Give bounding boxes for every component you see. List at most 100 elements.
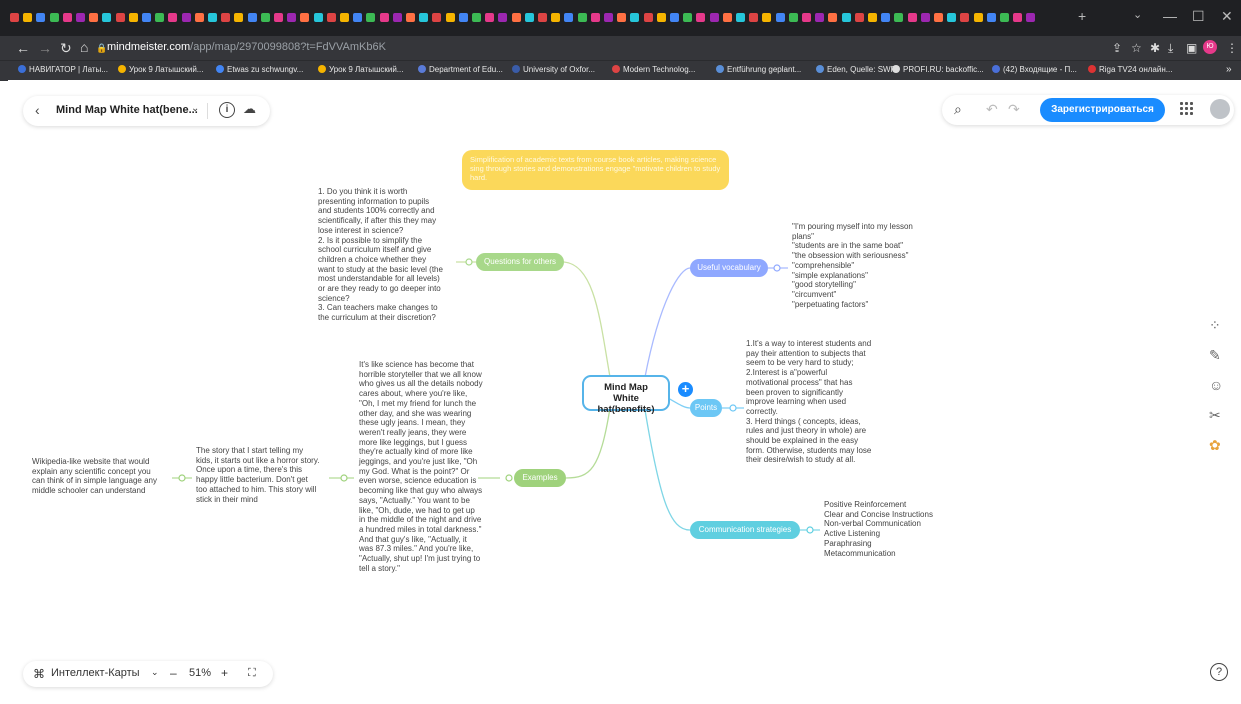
central-topic-line2: White hat(benefits)	[597, 393, 655, 415]
cloud-sync-icon[interactable]: ☁	[243, 101, 256, 117]
branch-examples[interactable]: Examples	[514, 469, 566, 487]
bottom-toolbar: ⌘ Интеллект-Карты ⌄ – 51% + ⛶	[23, 661, 273, 687]
collapse-dot	[729, 404, 737, 412]
top-note-node[interactable]: Simplification of academic texts from co…	[462, 150, 729, 190]
note-line: other day, and she was wearing	[359, 408, 472, 418]
redo-icon[interactable]: ↷	[1008, 101, 1020, 118]
back-chevron-icon[interactable]: ‹	[35, 102, 40, 118]
connector-vocabulary	[644, 267, 691, 378]
map-type-label[interactable]: Интеллект-Карты	[51, 667, 140, 679]
color-theme-icon[interactable]: ✿	[1209, 437, 1221, 454]
note-line: been proven to significantly	[746, 387, 843, 397]
search-icon[interactable]: ⌕	[954, 101, 962, 118]
note-line: presenting information to pupils	[318, 196, 430, 206]
note-line: weren't really jeans, they were	[359, 427, 467, 437]
help-button[interactable]: ?	[1210, 663, 1228, 681]
layout-icon[interactable]: ⁘	[1209, 317, 1221, 334]
note-line: 3. Herd things ( concepts, ideas,	[746, 416, 861, 426]
emoji-icon[interactable]: ☺	[1209, 377, 1223, 393]
note-line: improve learning when used	[746, 397, 847, 407]
note-line: school curriculum itself and give	[318, 245, 432, 255]
collapse-dot	[806, 526, 814, 534]
branch-points[interactable]: Points	[690, 399, 722, 417]
note-line: Once upon a time, there's this	[196, 465, 303, 475]
connector-examples	[565, 407, 611, 479]
central-topic-node[interactable]: Mind Map White hat(benefits)	[582, 375, 670, 415]
note-line: Positive Reinforcement	[824, 500, 907, 509]
note-line: Paraphrasing	[824, 538, 872, 548]
undo-icon[interactable]: ↶	[986, 101, 998, 118]
connector-questions	[563, 261, 611, 378]
note-line: horrible storyteller that we all know	[359, 369, 482, 379]
note-line: form. Otherwise, students may lose	[746, 445, 872, 455]
note-line: "perpetuating factors"	[792, 299, 869, 309]
note-line: becoming like that guy who always	[359, 486, 483, 496]
note-line: their desire/wish to study at all.	[746, 455, 856, 465]
note-line: the curriculum at their discretion?	[318, 313, 436, 323]
collapse-dot	[465, 258, 473, 266]
chevron-down-icon[interactable]: ⌄	[191, 103, 199, 114]
note-line: "Actually, shut up! I'm just trying to	[359, 554, 481, 564]
map-title[interactable]: Mind Map White hat(bene...	[56, 104, 198, 116]
wiki-note[interactable]: Wikipedia-like website that would explain…	[32, 457, 157, 496]
note-line: pay their attention to subjects that	[746, 348, 866, 358]
questions-note[interactable]: 1. Do you think it is worth presenting in…	[318, 187, 443, 323]
note-line: kids, it starts out like a horror story.	[196, 455, 320, 465]
note-line: want to study at the basic level (the	[318, 264, 443, 274]
note-line: cares about, where you're like,	[359, 389, 468, 399]
vocabulary-note[interactable]: "I'm pouring myself into my lesson plans"…	[792, 222, 913, 309]
zoom-out-button[interactable]: –	[170, 666, 177, 680]
side-toolbar: ⁘ ✎ ☺ ✂ ✿	[1205, 315, 1229, 465]
info-icon[interactable]: i	[219, 102, 235, 118]
note-line: The story that I start telling my	[196, 446, 304, 455]
note-line: "students are in the same boat"	[792, 241, 904, 251]
note-line: science?	[318, 293, 350, 303]
signup-button[interactable]: Зарегистрироваться	[1040, 98, 1165, 122]
divider	[207, 103, 208, 119]
fit-screen-icon[interactable]: ⛶	[248, 667, 256, 680]
note-line: middle schooler can understand	[32, 486, 146, 496]
connector-communication	[644, 409, 691, 531]
note-line: my God. What is the point?" Or	[359, 466, 470, 476]
note-line: lose interest in science?	[318, 225, 404, 235]
branch-communication[interactable]: Communication strategies	[690, 521, 800, 539]
user-avatar[interactable]	[1210, 99, 1230, 119]
story-note[interactable]: The story that I start telling my kids, i…	[196, 446, 319, 504]
note-line: or are they ready to go deeper into	[318, 284, 441, 294]
chevron-down-icon[interactable]: ⌄	[151, 667, 159, 678]
note-line: children a choice whether they	[318, 254, 427, 264]
note-line: "I'm pouring myself into my lesson	[792, 222, 913, 231]
collapse-dot	[178, 474, 186, 482]
note-line: Active Listening	[824, 529, 881, 539]
branch-questions[interactable]: Questions for others	[476, 253, 564, 271]
zoom-in-button[interactable]: +	[221, 666, 228, 680]
note-line: most understandable for all levels)	[318, 274, 440, 284]
note-line: stick in their mind	[196, 494, 258, 504]
note-line: "good storytelling"	[792, 280, 856, 290]
note-line: tell a story."	[359, 563, 400, 573]
map-structure-icon[interactable]: ✂	[1209, 407, 1221, 424]
collapse-dot	[505, 474, 513, 482]
apps-grid-icon[interactable]	[1180, 102, 1194, 116]
note-line: "the obsession with seriousness"	[792, 251, 909, 261]
add-node-button[interactable]: +	[678, 382, 693, 397]
note-line: who gives us all the details nobody	[359, 379, 483, 389]
communication-note[interactable]: Positive Reinforcement Clear and Concise …	[824, 500, 933, 558]
note-line: It's like science has become that	[359, 360, 474, 369]
map-type-icon[interactable]: ⌘	[33, 667, 45, 681]
note-line: seem to be very hard to study;	[746, 358, 854, 368]
note-line: was 87.3 miles." And you're like,	[359, 544, 474, 554]
note-line: like, "Oh, dude, we had to get up	[359, 505, 475, 515]
examples-note[interactable]: It's like science has become that horribl…	[359, 360, 483, 573]
note-line: jeggings, and you're just like, "Oh	[359, 457, 478, 467]
style-brush-icon[interactable]: ✎	[1209, 347, 1221, 364]
central-topic-line1: Mind Map	[604, 382, 648, 393]
zoom-level: 51%	[189, 667, 212, 679]
branch-vocabulary[interactable]: Useful vocabulary	[690, 259, 768, 277]
note-line: "comprehensible"	[792, 260, 855, 270]
note-line: a hundred miles in total darkness."	[359, 524, 482, 534]
note-line: plans"	[792, 231, 814, 241]
note-line: And that guy's like, "Actually, it	[359, 534, 467, 544]
points-note[interactable]: 1.It's a way to interest students and pa…	[746, 339, 871, 465]
note-line: can think of in simple language any	[32, 476, 157, 486]
